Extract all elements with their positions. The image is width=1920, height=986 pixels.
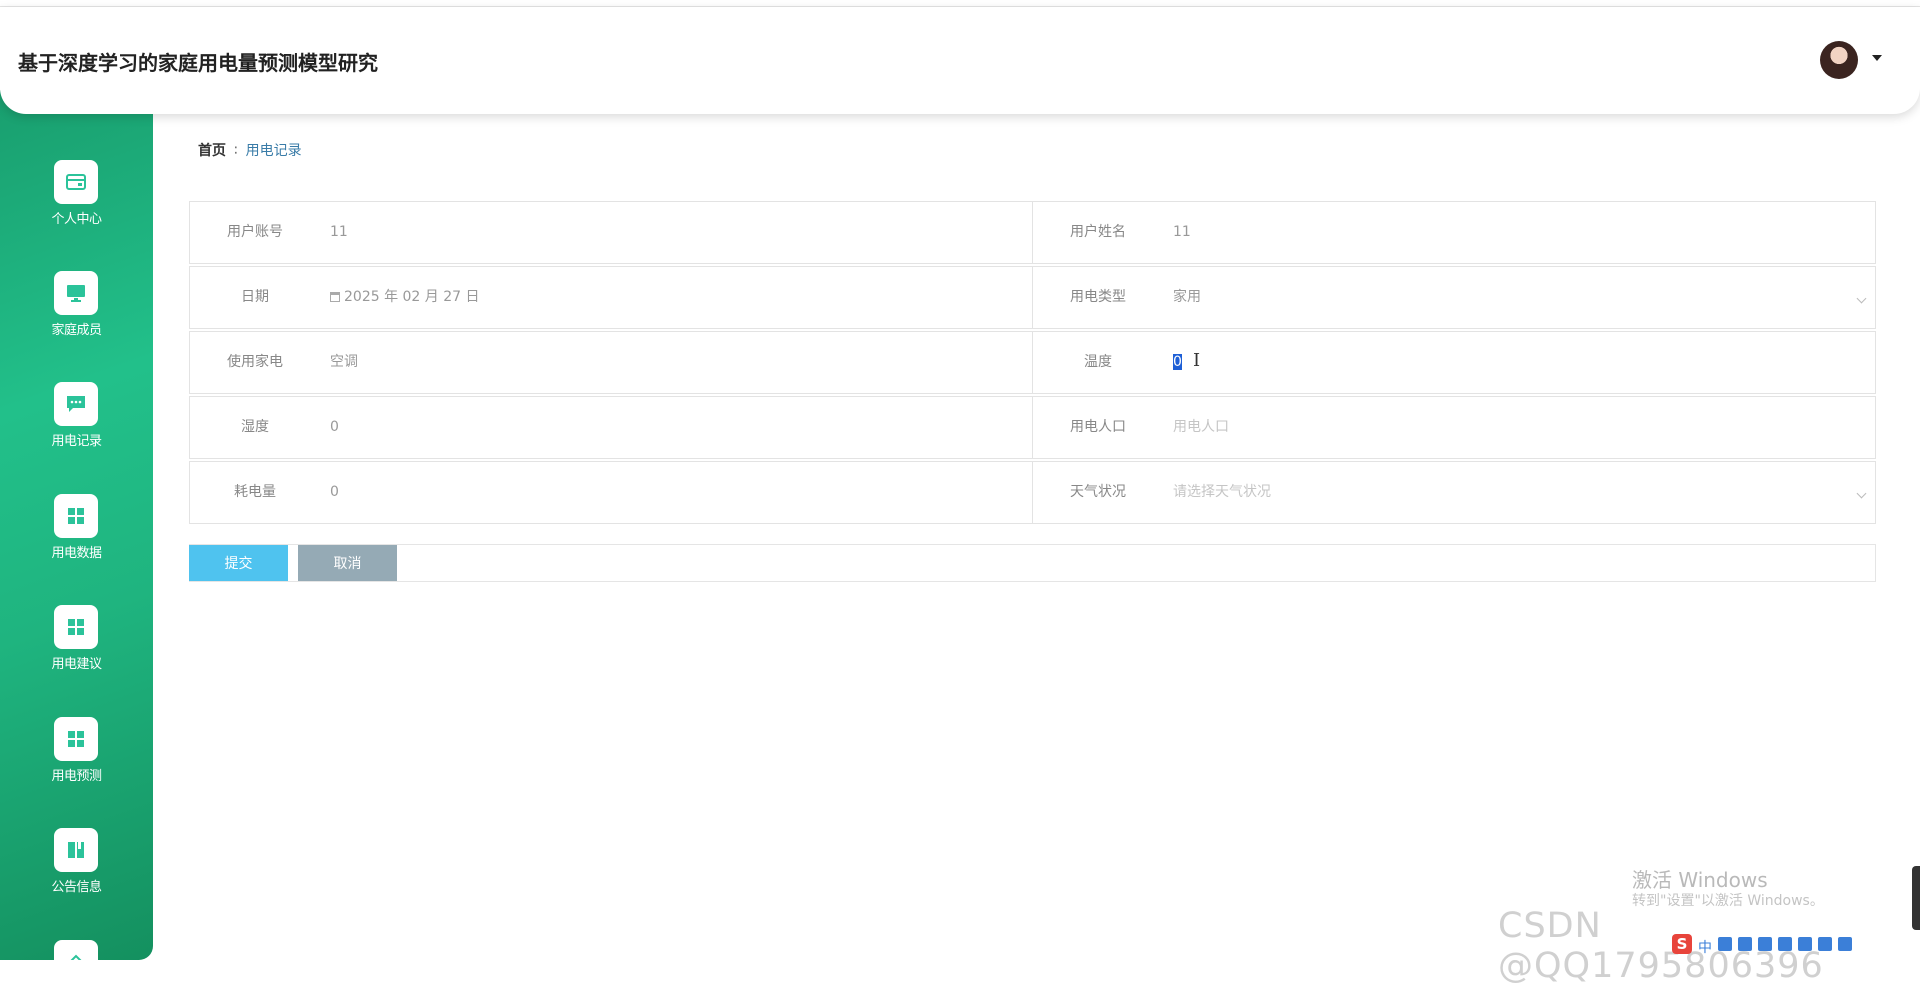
field-user-account: 用户账号 11 <box>189 201 1033 264</box>
field-humidity: 湿度 0 <box>189 396 1033 459</box>
windows-activation-title: 激活 Windows <box>1632 868 1768 892</box>
breadcrumb-current: 用电记录 <box>245 143 302 159</box>
sidebar-item-label: 个人中心 <box>51 212 102 227</box>
field-user-name: 用户姓名 11 <box>1032 201 1876 264</box>
sidebar-item-label: 用电数据 <box>51 546 102 561</box>
ime-logo-icon[interactable]: S <box>1672 934 1692 954</box>
apps-icon[interactable] <box>1838 937 1852 951</box>
sidebar-item-usage-records[interactable]: 用电记录 <box>0 382 153 472</box>
field-label: 用电人口 <box>1070 419 1126 435</box>
field-label: 湿度 <box>241 419 269 435</box>
humidity-input[interactable]: 0 <box>330 397 339 458</box>
ime-mode-label[interactable]: 中 <box>1698 937 1712 956</box>
top-header: 基于深度学习的家庭用电量预测模型研究 <box>0 7 1920 114</box>
grid-icon <box>54 605 98 649</box>
field-date: 日期 2025 年 02 月 27 日 <box>189 266 1033 329</box>
appliance-input[interactable]: 空调 <box>330 332 358 393</box>
form-actions: 提交 取消 <box>189 544 1876 582</box>
breadcrumb-separator: ∶ <box>234 143 238 159</box>
cancel-button[interactable]: 取消 <box>298 545 397 581</box>
text-cursor-icon: I <box>1193 350 1201 371</box>
field-label: 使用家电 <box>227 354 283 370</box>
consumption-input[interactable]: 0 <box>330 462 339 523</box>
field-weather: 天气状况 请选择天气状况 <box>1032 461 1876 524</box>
book-icon <box>54 828 98 872</box>
sidebar-item-usage-advice[interactable]: 用电建议 <box>0 605 153 695</box>
field-usage-type: 用电类型 家用 <box>1032 266 1876 329</box>
punctuation-icon[interactable] <box>1738 937 1752 951</box>
moon-icon[interactable] <box>1718 937 1732 951</box>
sidebar-item-label: 公告信息 <box>51 880 102 895</box>
sidebar-item-label: 用电预测 <box>51 769 102 784</box>
home-icon <box>54 940 98 960</box>
sidebar-item-usage-data[interactable]: 用电数据 <box>0 494 153 584</box>
field-label: 用电类型 <box>1070 289 1126 305</box>
sidebar-item-more[interactable] <box>0 940 153 960</box>
user-account-input[interactable]: 11 <box>330 202 348 263</box>
field-temperature: 温度 0 <box>1032 331 1876 394</box>
field-label: 用户姓名 <box>1070 224 1126 240</box>
temperature-input[interactable]: 0 <box>1173 332 1182 393</box>
field-appliance: 使用家电 空调 <box>189 331 1033 394</box>
side-drawer-handle[interactable] <box>1912 866 1920 930</box>
keyboard-icon[interactable] <box>1778 937 1792 951</box>
sidebar-item-announcements[interactable]: 公告信息 <box>0 828 153 918</box>
sidebar-item-label: 家庭成员 <box>51 323 102 338</box>
card-icon <box>54 160 98 204</box>
sidebar: 个人中心 家庭成员 用电记录 用电数据 用电建议 用电预测 公告信息 <box>0 90 153 960</box>
field-label: 天气状况 <box>1070 484 1126 500</box>
sidebar-item-personal-center[interactable]: 个人中心 <box>0 160 153 250</box>
skin-icon[interactable] <box>1818 937 1832 951</box>
submit-button[interactable]: 提交 <box>189 545 288 581</box>
microphone-icon[interactable] <box>1758 937 1772 951</box>
caret-down-icon[interactable] <box>1872 55 1882 61</box>
sidebar-item-label: 用电记录 <box>51 434 102 449</box>
user-avatar[interactable] <box>1820 41 1858 79</box>
user-icon[interactable] <box>1798 937 1812 951</box>
chat-icon <box>54 382 98 426</box>
sidebar-item-label: 用电建议 <box>51 657 102 672</box>
app-title: 基于深度学习的家庭用电量预测模型研究 <box>18 51 378 75</box>
sidebar-item-usage-forecast[interactable]: 用电预测 <box>0 717 153 807</box>
grid-icon <box>54 494 98 538</box>
field-consumption: 耗电量 0 <box>189 461 1033 524</box>
breadcrumb: 首页 ∶ 用电记录 <box>198 140 302 160</box>
field-population: 用电人口 用电人口 <box>1032 396 1876 459</box>
sidebar-item-family-members[interactable]: 家庭成员 <box>0 271 153 361</box>
field-label: 耗电量 <box>234 484 276 500</box>
chevron-down-icon[interactable] <box>1856 293 1867 304</box>
date-value: 2025 年 02 月 27 日 <box>344 289 480 305</box>
field-label: 温度 <box>1084 354 1112 370</box>
user-name-input[interactable]: 11 <box>1173 202 1191 263</box>
monitor-icon <box>54 271 98 315</box>
field-label: 日期 <box>241 289 269 305</box>
date-picker-input[interactable]: 2025 年 02 月 27 日 <box>330 267 480 328</box>
field-label: 用户账号 <box>227 224 283 240</box>
usage-type-select[interactable]: 家用 <box>1173 267 1201 328</box>
breadcrumb-home[interactable]: 首页 <box>198 143 226 159</box>
population-input[interactable]: 用电人口 <box>1173 397 1229 458</box>
calendar-icon <box>330 292 340 302</box>
ime-tray: S 中 <box>1672 934 1852 956</box>
chevron-down-icon[interactable] <box>1856 488 1867 499</box>
grid-icon <box>54 717 98 761</box>
weather-select[interactable]: 请选择天气状况 <box>1173 462 1271 523</box>
selected-text: 0 <box>1173 354 1182 370</box>
